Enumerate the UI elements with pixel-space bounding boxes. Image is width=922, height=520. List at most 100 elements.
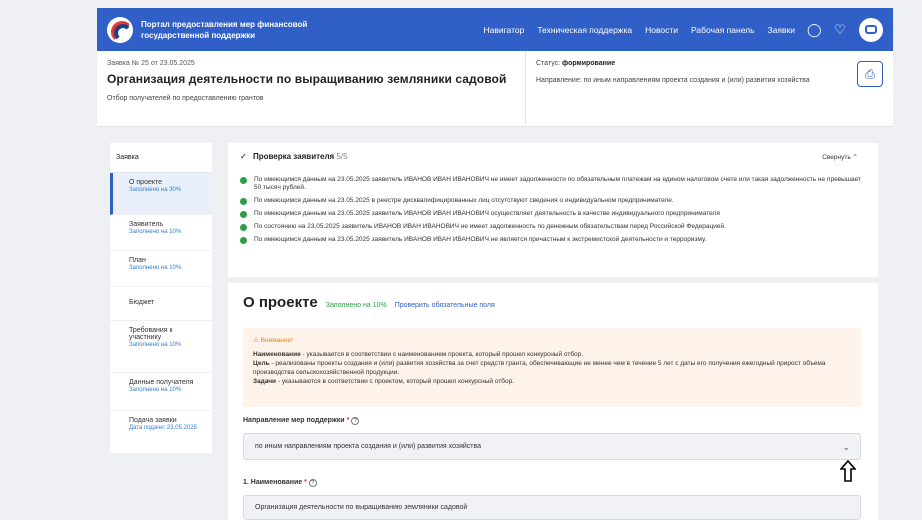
about-project-section: О проекте Заполнено на 10% Проверить обя… xyxy=(228,283,878,520)
warning-line: Цель - реализованы проекты создания и (и… xyxy=(253,359,851,377)
sidebar-item-requirements[interactable]: Требования к участнику Заполнено на 10% xyxy=(110,321,212,373)
main-nav: Навигатор Техническая поддержка Новости … xyxy=(470,17,893,42)
user-avatar-icon[interactable] xyxy=(859,17,883,42)
check-required-link[interactable]: Проверить обязательные поля xyxy=(395,302,495,309)
chat-icon[interactable]: ◯ xyxy=(807,22,822,38)
status-line: Статус: формирование xyxy=(536,60,836,67)
check-status-icon xyxy=(240,211,247,218)
request-number: Заявка № 25 от 23.05.2025 xyxy=(107,60,195,67)
sidebar-item-label: Данные получателя xyxy=(129,379,194,386)
direction-text: Направление: по иным направлениям проект… xyxy=(536,77,810,84)
check-text: По имеющимся данным на 23.05.2025 заявит… xyxy=(254,210,720,217)
top-navigation-bar: Портал предоставления мер финансовой гос… xyxy=(97,8,893,51)
check-status-icon xyxy=(240,177,247,184)
nav-requests[interactable]: Заявки xyxy=(768,25,795,35)
sidebar-item-label: План xyxy=(129,257,146,264)
chevron-down-icon[interactable]: ⌄ xyxy=(842,442,850,453)
help-icon[interactable]: ? xyxy=(308,479,317,487)
support-direction-select[interactable]: по иным направлениям проекта создания и … xyxy=(243,433,861,460)
support-direction-label: Направление мер поддержки *? xyxy=(243,417,360,425)
warning-text: - указывается в соответствии с наименова… xyxy=(300,351,584,358)
sidebar-item-progress: Заполнено на 10% xyxy=(129,342,182,348)
applicant-check-panel: ✓ Проверка заявителя 5/5 Свернуть ⌃ По и… xyxy=(228,143,878,277)
nav-navigator[interactable]: Навигатор xyxy=(483,25,524,35)
section-title: О проекте xyxy=(243,294,318,311)
sidebar-item-progress: Заполнено на 10% xyxy=(129,387,182,393)
sidebar-item-about[interactable]: О проекте Заполнено на 30% xyxy=(110,173,212,215)
sidebar-item-plan[interactable]: План Заполнено на 10% xyxy=(110,251,212,287)
sidebar-item-label: Бюджет xyxy=(129,299,155,306)
help-icon[interactable]: ? xyxy=(351,417,360,425)
check-item: По состоянию на 23.05.2025 заявитель ИВА… xyxy=(240,223,865,231)
nav-news[interactable]: Новости xyxy=(645,25,678,35)
portal-logo-icon[interactable] xyxy=(107,16,133,43)
check-item: По имеющимся данным на 23.05.2025 заявит… xyxy=(240,236,865,244)
chevron-up-icon: ⌃ xyxy=(852,154,858,161)
sidebar-item-progress: Заполнено на 30% xyxy=(129,187,182,193)
check-list: По имеющимся данным на 23.05.2025 заявит… xyxy=(240,176,865,249)
sidebar-item-submit[interactable]: Подача заявки Дата подачи: 23.05.2025 xyxy=(110,411,212,451)
warning-term: Наименование xyxy=(253,351,301,358)
print-button[interactable]: ⎙ xyxy=(857,61,883,87)
sidebar-item-applicant[interactable]: Заявитель Заполнено на 10% xyxy=(110,215,212,251)
warning-term: Цель xyxy=(253,360,270,367)
status-label: Статус: xyxy=(536,60,561,67)
sidebar-item-recipient[interactable]: Данные получателя Заполнено на 10% xyxy=(110,373,212,411)
header-divider xyxy=(525,51,526,127)
check-text: По имеющимся данным на 23.05.2025 заявит… xyxy=(254,236,707,243)
sidebar-item-label: Заявитель xyxy=(129,221,164,228)
sidebar-item-label: О проекте xyxy=(129,179,163,186)
check-panel-title: ✓ Проверка заявителя 5/5 xyxy=(240,152,348,161)
check-badge-icon: ✓ xyxy=(240,152,247,161)
section-progress: Заполнено на 10% xyxy=(325,302,387,309)
collapse-button[interactable]: Свернуть ⌃ xyxy=(822,153,858,161)
required-mark: * xyxy=(346,417,350,424)
collapse-label: Свернуть xyxy=(822,154,851,161)
warning-box: ⚠ Внимание! Наименование - указывается в… xyxy=(243,328,861,407)
sidebar-item-progress: Заполнено на 10% xyxy=(129,265,182,271)
nav-tech-support[interactable]: Техническая поддержка xyxy=(537,25,632,35)
request-subtitle[interactable]: Отбор получателей по предоставлению гран… xyxy=(107,95,517,102)
warning-line: Задачи - указываются в соответствии с пр… xyxy=(253,377,851,386)
check-item: По имеющимся данным на 23.05.2025 заявит… xyxy=(240,210,865,218)
check-count: 5/5 xyxy=(336,152,348,161)
check-status-icon xyxy=(240,198,247,205)
warning-title-text: Внимание! xyxy=(260,337,293,344)
printer-icon: ⎙ xyxy=(865,66,875,81)
about-header: О проекте Заполнено на 10% Проверить обя… xyxy=(243,294,495,311)
check-text: По имеющимся данным на 23.05.2025 заявит… xyxy=(254,176,862,191)
sidebar-item-budget[interactable]: Бюджет xyxy=(110,287,212,321)
nav-dashboard[interactable]: Рабочая панель xyxy=(691,25,755,35)
name-field-label: 1. Наименование *? xyxy=(243,479,317,487)
select-value: по иным направлениям проекта создания и … xyxy=(255,443,482,450)
sidebar-head: Заявка xyxy=(110,143,212,173)
check-item: По имеющимся данным на 23.05.2025 заявит… xyxy=(240,176,865,192)
check-status-icon xyxy=(240,224,247,231)
required-mark: * xyxy=(304,479,307,486)
warning-term: Задачи xyxy=(253,378,277,385)
warning-icon: ⚠ xyxy=(253,337,259,344)
portal-title[interactable]: Портал предоставления мер финансовой гос… xyxy=(141,19,321,41)
sidebar-item-progress: Заполнено на 10% xyxy=(129,229,182,235)
sidebar-item-label: Подача заявки xyxy=(129,417,177,424)
sidebar-item-label: Требования к участнику xyxy=(129,327,173,341)
check-text: По состоянию на 23.05.2025 заявитель ИВА… xyxy=(254,223,726,230)
request-title: Организация деятельности по выращиванию … xyxy=(107,72,507,86)
bell-icon[interactable]: ♡ xyxy=(833,22,847,38)
warning-text: - реализованы проекты создания и (или) р… xyxy=(253,360,826,376)
field-label-text: Направление мер поддержки xyxy=(243,417,345,424)
sidebar-item-progress: Дата подачи: 23.05.2025 xyxy=(129,425,197,431)
arrow-up-pointer-icon xyxy=(840,460,856,482)
request-header: Заявка № 25 от 23.05.2025 Организация де… xyxy=(97,51,893,127)
name-input[interactable]: Организация деятельности по выращиванию … xyxy=(243,495,861,520)
check-status-icon xyxy=(240,237,247,244)
check-title-text: Проверка заявителя xyxy=(252,152,335,161)
field-label-text: 1. Наименование xyxy=(243,479,303,486)
input-value: Организация деятельности по выращиванию … xyxy=(255,504,468,511)
status-value: формирование xyxy=(562,60,616,67)
check-item: По имеющимся данным на 23.05.2025 в реес… xyxy=(240,197,865,205)
check-text: По имеющимся данным на 23.05.2025 в реес… xyxy=(254,197,674,204)
warning-line: Наименование - указывается в соответстви… xyxy=(253,350,851,359)
warning-text: - указываются в соответствии с проектом,… xyxy=(276,378,515,385)
warning-title: ⚠ Внимание! xyxy=(253,336,851,345)
